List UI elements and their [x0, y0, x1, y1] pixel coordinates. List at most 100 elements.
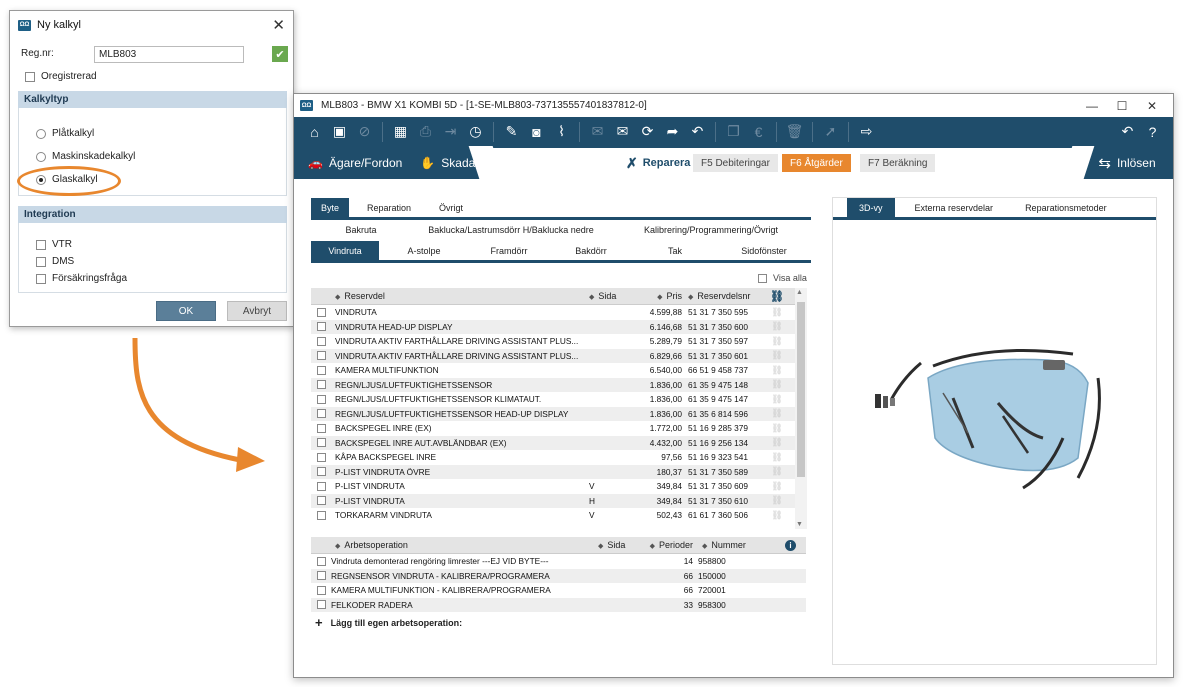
table-row[interactable]: BACKSPEGEL INRE AUT.AVBLÄNDBAR (EX) 4.432…	[311, 435, 806, 450]
link-icon[interactable]: ⛓	[766, 510, 788, 521]
owner-vehicle-link[interactable]: Ägare/Fordon	[329, 156, 402, 170]
link-icon[interactable]: ⛓	[766, 307, 788, 318]
tab-reparation[interactable]: Reparation	[357, 198, 421, 217]
add-own-operation-button[interactable]: + Lägg till egen arbetsoperation:	[315, 615, 462, 630]
scroll-thumb[interactable]	[797, 302, 805, 477]
exit-icon[interactable]: ⇨	[854, 121, 879, 143]
integration-dms[interactable]: DMS	[36, 256, 74, 267]
mail-send-icon[interactable]: ✉	[610, 121, 635, 143]
attach-icon[interactable]: ⊘	[352, 121, 377, 143]
row-checkbox[interactable]	[316, 556, 326, 566]
link-icon[interactable]: ⛓	[766, 466, 788, 477]
camera-icon[interactable]: ◙	[524, 121, 549, 143]
scroll-down-icon[interactable]: ▼	[796, 521, 803, 528]
link-icon[interactable]: ⛓	[766, 350, 788, 361]
reg-input[interactable]	[94, 46, 244, 63]
table-row[interactable]: REGN/LJUS/LUFTFUKTIGHETSSENSOR 1.836,00 61…	[311, 377, 806, 392]
table-row[interactable]: P-LIST VINDRUTA V 349,84 51 31 7 350 609 ⛓	[311, 479, 806, 494]
table-row[interactable]: Vindruta demonterad rengöring limrester …	[311, 554, 806, 569]
row-checkbox[interactable]	[316, 571, 326, 581]
col-pris[interactable]: ◆ Pris	[636, 291, 686, 301]
tab-repair-methods[interactable]: Reparationsmetoder	[1013, 198, 1119, 217]
table-row[interactable]: BACKSPEGEL INRE (EX) 1.772,00 51 16 9 285 …	[311, 421, 806, 436]
radio-maskinskadekalkyl[interactable]: Maskinskadekalkyl	[36, 151, 135, 162]
step-berakning[interactable]: F7 Beräkning	[860, 154, 936, 172]
sync-icon[interactable]: ⟳	[635, 121, 660, 143]
radio-icon[interactable]	[36, 151, 46, 162]
link-icon[interactable]: ⛓	[766, 394, 788, 405]
vtr-checkbox[interactable]	[36, 239, 46, 250]
undo-icon[interactable]: ↶	[1115, 121, 1140, 143]
subtab-sidofonster[interactable]: Sidofönster	[717, 241, 811, 260]
windshield-3d-model[interactable]	[873, 338, 1123, 498]
row-checkbox[interactable]	[316, 600, 326, 610]
row-checkbox[interactable]	[316, 438, 326, 448]
link-icon[interactable]: ⛓	[766, 452, 788, 463]
release-link[interactable]: ⇆ Inlösen	[1081, 146, 1173, 179]
scroll-up-icon[interactable]: ▲	[796, 289, 803, 296]
link-icon[interactable]: ⛓	[766, 379, 788, 390]
reply-icon[interactable]: ↶	[685, 121, 710, 143]
subtab-framdorr[interactable]: Framdörr	[469, 241, 549, 260]
row-checkbox[interactable]	[316, 452, 326, 462]
row-checkbox[interactable]	[316, 365, 326, 375]
subtab-a-stolpe[interactable]: A-stolpe	[379, 241, 469, 260]
col-ops-sida[interactable]: ◆ Sida	[598, 540, 631, 550]
trash-icon[interactable]: 🗑	[782, 121, 807, 143]
unregistered-checkbox[interactable]	[25, 71, 35, 82]
currency-icon[interactable]: €	[746, 121, 771, 143]
document-clock-icon[interactable]: ◷	[463, 121, 488, 143]
calculator-icon[interactable]: ▦	[388, 121, 413, 143]
table-row[interactable]: KÅPA BACKSPEGEL INRE 97,56 51 16 9 323 541…	[311, 450, 806, 465]
row-checkbox[interactable]	[316, 380, 326, 390]
table-row[interactable]: REGNSENSOR VINDRUTA - KALIBRERA/PROGRAME…	[311, 568, 806, 583]
table-row[interactable]: REGN/LJUS/LUFTFUKTIGHETSSENSOR KLIMATAUT…	[311, 392, 806, 407]
row-checkbox[interactable]	[316, 336, 326, 346]
damage-icon[interactable]: ✋	[420, 156, 435, 170]
col-reservdel[interactable]: ◆ Reservdel	[331, 291, 589, 301]
step-atgarder[interactable]: F6 Åtgärder	[782, 154, 851, 172]
link-icon[interactable]: ⛓	[766, 495, 788, 506]
copy-icon[interactable]: ❐	[721, 121, 746, 143]
link-icon[interactable]: ⛓	[766, 437, 788, 448]
save-icon[interactable]: ▣	[327, 121, 352, 143]
subtab-vindruta[interactable]: Vindruta	[311, 241, 379, 260]
forsakring-checkbox[interactable]	[36, 273, 46, 284]
row-checkbox[interactable]	[316, 481, 326, 491]
integration-vtr[interactable]: VTR	[36, 239, 72, 250]
table-row[interactable]: P-LIST VINDRUTA ÖVRE 180,37 51 31 7 350 58…	[311, 464, 806, 479]
unregistered-option[interactable]: Oregistrerad	[25, 71, 97, 82]
radio-icon[interactable]	[36, 128, 46, 139]
damage-link[interactable]: Skada	[441, 156, 475, 170]
table-row[interactable]: VINDRUTA 4.599,88 51 31 7 350 595 ⛓	[311, 305, 806, 320]
subtab-kalibrering[interactable]: Kalibrering/Programmering/Övrigt	[611, 225, 811, 241]
row-checkbox[interactable]	[316, 409, 326, 419]
link-icon[interactable]: ⛓	[766, 481, 788, 492]
cancel-button[interactable]: Avbryt	[227, 301, 287, 321]
info-icon[interactable]: i	[785, 539, 796, 551]
table-row[interactable]: TORKARARM VINDRUTA V 502,43 61 61 7 360 506…	[311, 508, 806, 523]
row-checkbox[interactable]	[316, 322, 326, 332]
table-row[interactable]: REGN/LJUS/LUFTFUKTIGHETSSENSOR HEAD-UP D…	[311, 406, 806, 421]
maximize-button[interactable]: ☐	[1107, 99, 1137, 113]
col-reservdelsnr[interactable]: ◆ Reservdelsnr	[686, 291, 766, 301]
tab-external-parts[interactable]: Externa reservdelar	[903, 198, 1006, 217]
link-icon[interactable]: ⛓	[766, 423, 788, 434]
paperclip-icon[interactable]: ⌇	[549, 121, 574, 143]
home-icon[interactable]: ⌂	[302, 121, 327, 143]
subtab-bakruta[interactable]: Bakruta	[311, 225, 411, 241]
show-all-checkbox[interactable]	[758, 273, 767, 283]
ok-button[interactable]: OK	[156, 301, 216, 321]
dms-checkbox[interactable]	[36, 256, 46, 267]
link-icon[interactable]: ⛓	[766, 336, 788, 347]
table-row[interactable]: FELKODER RADERA 33 958300	[311, 597, 806, 612]
minimize-button[interactable]: —	[1077, 99, 1107, 113]
col-nummer[interactable]: ◆ Nummer	[698, 540, 764, 550]
col-arbetsoperation[interactable]: ◆ Arbetsoperation	[331, 540, 598, 550]
tab-ovrigt[interactable]: Övrigt	[429, 198, 473, 217]
subtab-baklucka[interactable]: Baklucka/Lastrumsdörr H/Baklucka nedre	[411, 225, 611, 241]
link-icon[interactable]: ⛓	[766, 321, 788, 332]
plan-icon[interactable]: ➚	[818, 121, 843, 143]
col-sida[interactable]: ◆ Sida	[589, 291, 636, 301]
link-icon[interactable]: ⛓	[766, 365, 788, 376]
